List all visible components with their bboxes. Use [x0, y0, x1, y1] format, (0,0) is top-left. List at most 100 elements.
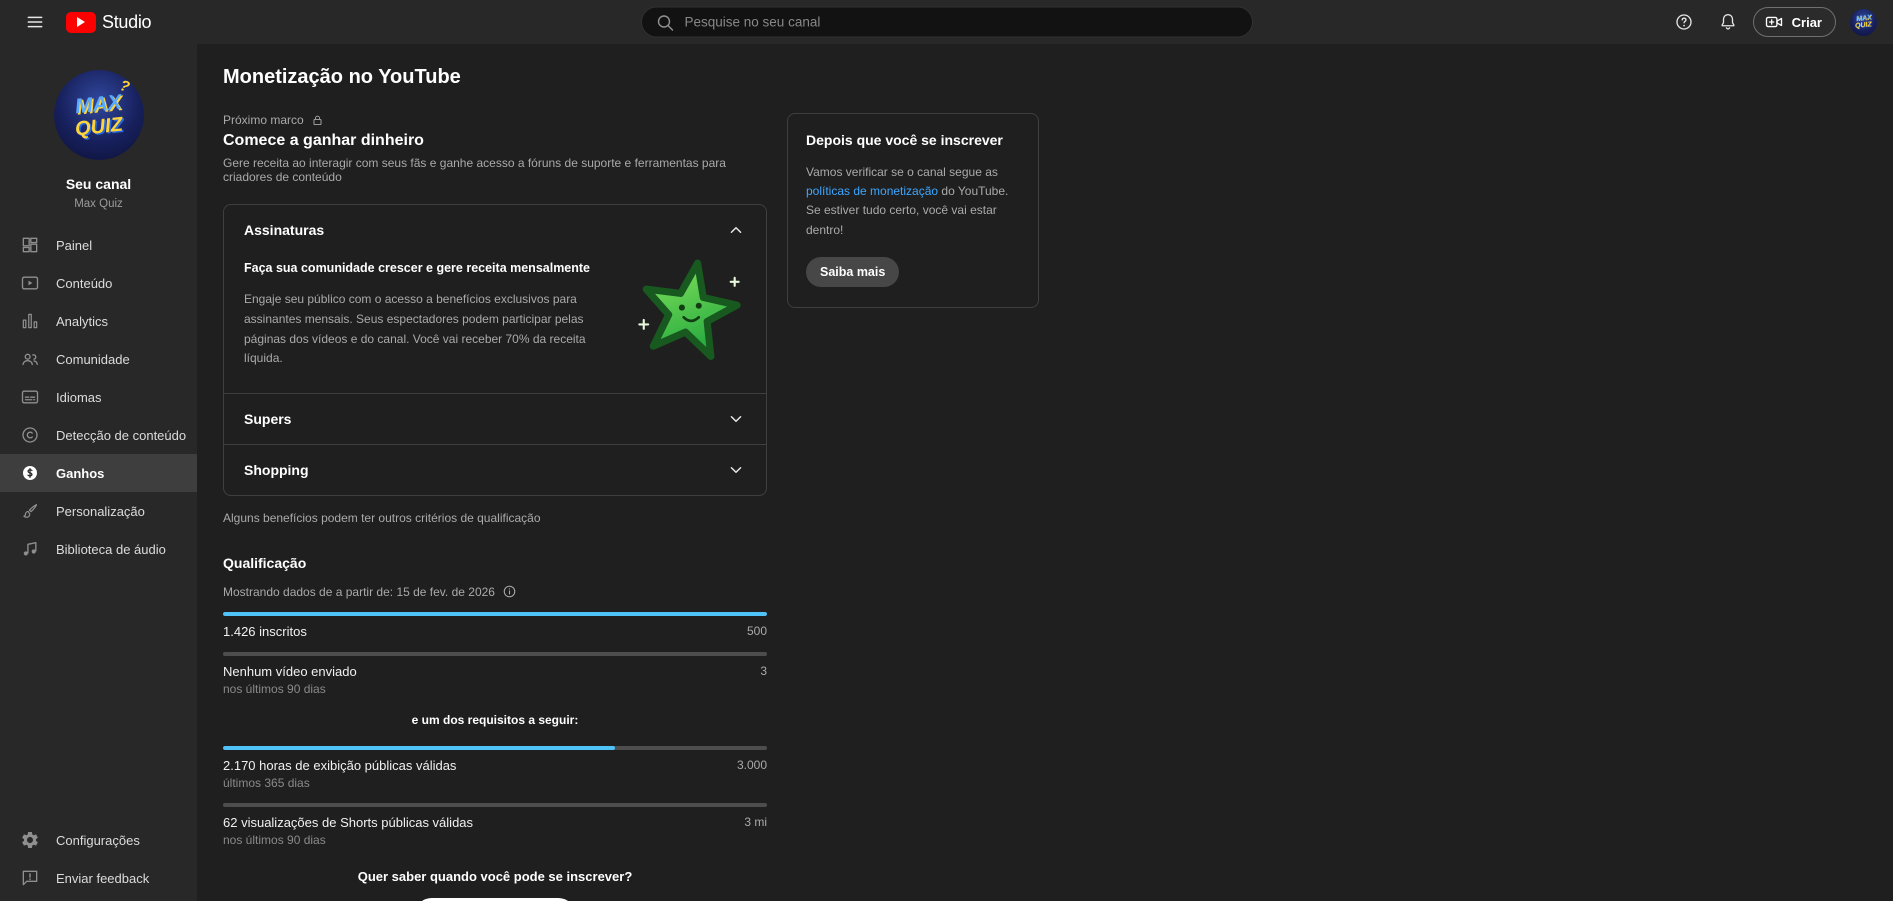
progress-bar-fill [223, 746, 615, 750]
feedback-icon [20, 868, 40, 888]
sidebar-item-painel[interactable]: Painel [0, 226, 197, 264]
sidebar-item-analytics[interactable]: Analytics [0, 302, 197, 340]
requirement-shorts-views: 62 visualizações de Shorts públicas váli… [223, 803, 767, 847]
hamburger-menu-button[interactable] [16, 3, 54, 41]
requirement-target: 3 [760, 664, 767, 678]
search-input[interactable] [685, 15, 1244, 30]
accordion-section-supers: Supers [224, 393, 766, 444]
requirement-label: Nenhum vídeo enviado [223, 664, 357, 679]
progress-bar [223, 612, 767, 616]
sidebar-item-conteudo[interactable]: Conteúdo [0, 264, 197, 302]
learn-more-button[interactable]: Saiba mais [806, 257, 899, 287]
content-columns: Próximo marco Comece a ganhar dinheiro G… [223, 113, 1893, 901]
sidebar-item-ganhos[interactable]: Ganhos [0, 454, 197, 492]
sidebar-item-comunidade[interactable]: Comunidade [0, 340, 197, 378]
star-character-illustration [626, 255, 752, 369]
settings-gear-icon [20, 830, 40, 850]
accordion-title: Assinaturas [244, 222, 324, 238]
bell-icon [1718, 12, 1738, 32]
accordion-body-assinaturas: Faça sua comunidade crescer e gere recei… [224, 255, 766, 393]
sidebar-item-deteccao-de-conteudo[interactable]: Detecção de conteúdo [0, 416, 197, 454]
requirement-label: 1.426 inscritos [223, 624, 307, 639]
accordion-header-shopping[interactable]: Shopping [224, 445, 766, 495]
sidebar-item-label: Ganhos [56, 466, 104, 481]
sidebar-item-personalizacao[interactable]: Personalização [0, 492, 197, 530]
topbar-right: Criar MAX QUIZ [1665, 3, 1877, 41]
main-content: Monetização no YouTube Próximo marco Com… [197, 44, 1893, 901]
create-button-label: Criar [1792, 15, 1822, 30]
progress-bar [223, 652, 767, 656]
help-icon [1674, 12, 1694, 32]
youtube-studio-logo[interactable]: Studio [58, 12, 159, 33]
requirement-sublabel: nos últimos 90 dias [223, 682, 357, 696]
copyright-icon [20, 425, 40, 445]
requirement-subscribers: 1.426 inscritos 500 [223, 612, 767, 639]
sidebar-item-label: Idiomas [56, 390, 102, 405]
topbar: Studio Criar MAX QUIZ [0, 0, 1893, 44]
sidebar-item-idiomas[interactable]: Idiomas [0, 378, 197, 416]
sidebar-item-configuracoes[interactable]: Configurações [0, 821, 197, 859]
progress-bar-fill [223, 612, 767, 616]
user-avatar[interactable]: MAX QUIZ [1850, 9, 1877, 36]
create-video-icon [1764, 12, 1784, 32]
requirement-watch-hours: 2.170 horas de exibição públicas válidas… [223, 746, 767, 790]
hamburger-menu-icon [25, 12, 45, 32]
requirement-videos: Nenhum vídeo enviado nos últimos 90 dias… [223, 652, 767, 696]
lock-icon [311, 114, 324, 127]
after-subscribe-card: Depois que você se inscrever Vamos verif… [787, 113, 1039, 308]
sidebar-item-label: Detecção de conteúdo [56, 428, 186, 443]
sidebar-item-label: Analytics [56, 314, 108, 329]
monetization-subheading: Gere receita ao interagir com seus fãs e… [223, 156, 767, 184]
data-note-row: Mostrando dados de a partir de: 15 de fe… [223, 584, 767, 599]
avatar-word-top: MAX [74, 91, 123, 117]
create-button[interactable]: Criar [1753, 7, 1836, 37]
avatar-word-bottom: QUIZ [1855, 21, 1872, 30]
sidebar-item-label: Comunidade [56, 352, 130, 367]
milestone-row: Próximo marco [223, 113, 767, 127]
sidebar-bottom: Configurações Enviar feedback [0, 821, 197, 901]
sidebar-item-label: Enviar feedback [56, 871, 149, 886]
community-icon [20, 349, 40, 369]
accordion-header-supers[interactable]: Supers [224, 394, 766, 444]
chevron-down-icon [726, 409, 746, 429]
accordion-body-text: Faça sua comunidade crescer e gere recei… [244, 255, 614, 369]
analytics-icon [20, 311, 40, 331]
aside-body-text: Vamos verificar se o canal segue as [806, 165, 998, 179]
alternative-requirements-divider: e um dos requisitos a seguir: [223, 713, 767, 727]
monetization-policies-link[interactable]: políticas de monetização [806, 184, 938, 198]
audio-library-icon [20, 539, 40, 559]
youtube-play-icon [66, 12, 96, 33]
channel-subtitle: Max Quiz [0, 198, 197, 210]
sidebar-item-label: Conteúdo [56, 276, 112, 291]
requirement-target: 3.000 [737, 758, 767, 772]
aside-card-body: Vamos verificar se o canal segue as polí… [806, 163, 1020, 240]
customization-brush-icon [20, 501, 40, 521]
app-shell: ? MAX QUIZ Seu canal Max Quiz Painel Con… [0, 44, 1893, 901]
sidebar-item-label: Biblioteca de áudio [56, 542, 166, 557]
avatar-word-bottom: QUIZ [74, 114, 124, 139]
requirement-target: 3 mi [744, 815, 767, 829]
progress-bar [223, 746, 767, 750]
benefits-accordion: Assinaturas Faça sua comunidade crescer … [223, 204, 767, 496]
channel-search-bar[interactable] [641, 7, 1253, 38]
topbar-left: Studio [16, 3, 159, 41]
sidebar-item-label: Configurações [56, 833, 140, 848]
help-button[interactable] [1665, 3, 1703, 41]
benefit-description: Engaje seu público com o acesso a benefí… [244, 290, 612, 369]
sidebar-item-biblioteca-de-audio[interactable]: Biblioteca de áudio [0, 530, 197, 568]
sidebar: ? MAX QUIZ Seu canal Max Quiz Painel Con… [0, 44, 197, 901]
channel-name: Seu canal [0, 176, 197, 192]
info-icon[interactable] [502, 584, 517, 599]
requirement-target: 500 [747, 624, 767, 638]
chevron-up-icon [726, 220, 746, 240]
channel-avatar[interactable]: ? MAX QUIZ [54, 70, 144, 160]
requirement-sublabel: nos últimos 90 dias [223, 833, 473, 847]
accordion-header-assinaturas[interactable]: Assinaturas [224, 205, 766, 255]
requirement-label: 2.170 horas de exibição públicas válidas [223, 758, 456, 773]
monetization-column: Próximo marco Comece a ganhar dinheiro G… [223, 113, 767, 901]
notifications-button[interactable] [1709, 3, 1747, 41]
requirement-sublabel: últimos 365 dias [223, 776, 456, 790]
requirement-label: 62 visualizações de Shorts públicas váli… [223, 815, 473, 830]
search-icon [655, 12, 675, 32]
sidebar-item-enviar-feedback[interactable]: Enviar feedback [0, 859, 197, 897]
